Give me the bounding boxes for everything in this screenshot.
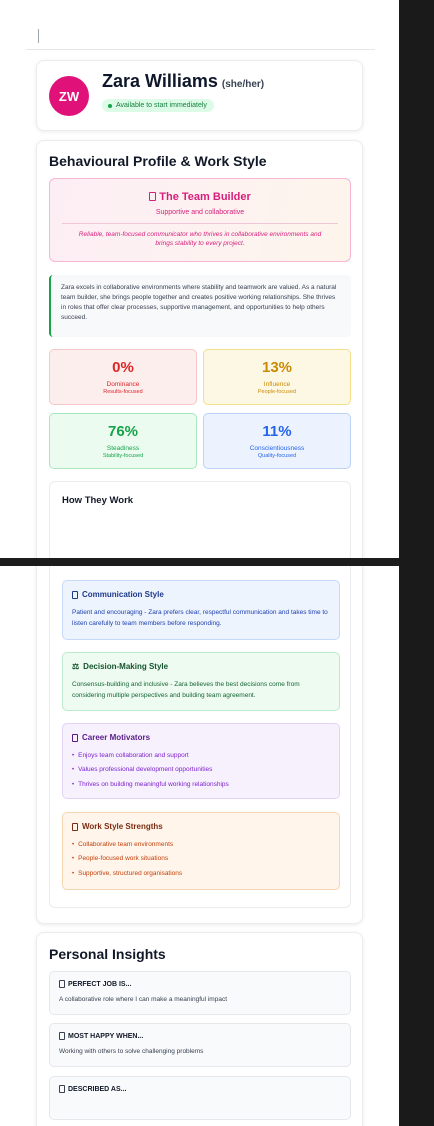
list-item: Collaborative team environments [72,838,330,852]
scales-icon: ⚖ [72,662,80,671]
disc-dominance-card: 0% Dominance Results-focused [49,349,197,405]
availability-badge: Available to start immediately [102,99,214,112]
section-title-insights: Personal Insights [49,946,166,962]
tofu-box-icon [59,980,65,988]
list-item: People-focused work situations [72,852,330,866]
insight-title: DESCRIBED AS... [59,1085,341,1093]
disc-label: Steadiness [106,445,140,452]
behaviour-summary: Zara excels in collaborative environment… [49,275,351,337]
communication-style-title: Communication Style [72,590,330,599]
insight-item: PERFECT JOB IS... A collaborative role w… [49,971,351,1015]
how-they-work-card-continued: Communication Style Patient and encourag… [49,566,351,908]
candidate-name: Zara Williams (she/her) [102,71,264,92]
work-style-strengths-list: Collaborative team environments People-f… [72,838,330,881]
disc-steadiness-card: 76% Steadiness Stability-focused [49,413,197,469]
section-title-behaviour: Behavioural Profile & Work Style [49,153,267,169]
communication-style-text: Patient and encouraging - Zara prefers c… [72,609,328,627]
personality-type-title: The Team Builder [50,191,350,203]
work-style-strengths-box: Work Style Strengths Collaborative team … [62,812,340,890]
list-item: Thrives on building meaningful working r… [72,778,330,792]
tofu-box-icon [59,1032,65,1040]
disc-label: Influence [263,381,291,388]
top-bar [26,24,375,50]
insight-text: A collaborative role where I can make a … [59,996,228,1003]
tofu-box-icon [59,1085,65,1093]
disc-percent: 76% [107,423,139,440]
personality-type-title-text: The Team Builder [159,191,251,203]
career-motivators-list: Enjoys team collaboration and support Va… [72,749,330,792]
communication-style-title-text: Communication Style [82,590,164,599]
decision-making-style-title: ⚖ Decision-Making Style [72,662,330,671]
personality-type-description: Reliable, team-focused communicator who … [78,231,322,248]
profile-header-card: ZW Zara Williams (she/her) Available to s… [36,60,363,131]
availability-text: Available to start immediately [116,102,207,109]
bottom-viewport[interactable]: Communication Style Patient and encourag… [0,566,399,1126]
work-style-strengths-title-text: Work Style Strengths [82,822,163,831]
text-cursor [38,29,39,43]
career-motivators-title-text: Career Motivators [82,733,151,742]
decision-making-style-box: ⚖ Decision-Making Style Consensus-buildi… [62,652,340,711]
how-they-work-title: How They Work [62,495,134,506]
personality-type-box: The Team Builder Supportive and collabor… [49,178,351,262]
disc-percent: 13% [261,359,293,376]
avatar: ZW [49,76,89,116]
insight-item: MOST HAPPY WHEN... Working with others t… [49,1023,351,1067]
career-motivators-title: Career Motivators [72,733,330,742]
how-they-work-card: How They Work [49,481,351,558]
top-viewport[interactable]: ZW Zara Williams (she/her) Available to s… [0,0,399,558]
disc-label: Conscientiousness [249,445,305,452]
candidate-name-text: Zara Williams [102,71,218,91]
behavioural-profile-card: Behavioural Profile & Work Style The Tea… [36,140,363,558]
personal-insights-card: Personal Insights PERFECT JOB IS... A co… [36,932,363,1126]
divider [62,223,338,224]
disc-sublabel: Stability-focused [102,453,144,459]
tofu-box-icon [72,822,78,831]
list-item: Enjoys team collaboration and support [72,749,330,763]
disc-conscientiousness-card: 11% Conscientiousness Quality-focused [203,413,351,469]
status-dot-icon [108,103,112,108]
tofu-box-icon [72,733,78,742]
tofu-box-icon [149,192,157,201]
insight-title: MOST HAPPY WHEN... [59,1032,341,1040]
personality-type-subtitle: Supportive and collaborative [155,209,245,216]
disc-sublabel: Quality-focused [257,453,297,459]
disc-label: Dominance [106,381,140,388]
pronouns: (she/her) [221,79,265,90]
window-gutter [399,0,434,1126]
communication-style-box: Communication Style Patient and encourag… [62,580,340,640]
insight-title-text: PERFECT JOB IS... [68,980,132,988]
insight-text: Working with others to solve challenging… [59,1048,204,1055]
career-motivators-box: Career Motivators Enjoys team collaborat… [62,723,340,799]
disc-percent: 0% [112,359,134,376]
disc-influence-card: 13% Influence People-focused [203,349,351,405]
list-item: Values professional development opportun… [72,763,330,777]
disc-sublabel: People-focused [257,389,297,395]
insight-title-text: DESCRIBED AS... [68,1085,127,1093]
insight-title-text: MOST HAPPY WHEN... [68,1032,144,1040]
insight-title: PERFECT JOB IS... [59,980,341,988]
decision-making-style-text: Consensus-building and inclusive - Zara … [72,681,300,699]
disc-sublabel: Results-focused [103,389,143,395]
decision-making-style-title-text: Decision-Making Style [83,662,169,671]
work-style-strengths-title: Work Style Strengths [72,822,330,831]
tofu-box-icon [72,590,78,599]
behavioural-profile-card-continued: Communication Style Patient and encourag… [36,566,363,924]
list-item: Supportive, structured organisations [72,867,330,881]
insight-item: DESCRIBED AS... [49,1076,351,1120]
disc-percent: 11% [262,423,292,440]
